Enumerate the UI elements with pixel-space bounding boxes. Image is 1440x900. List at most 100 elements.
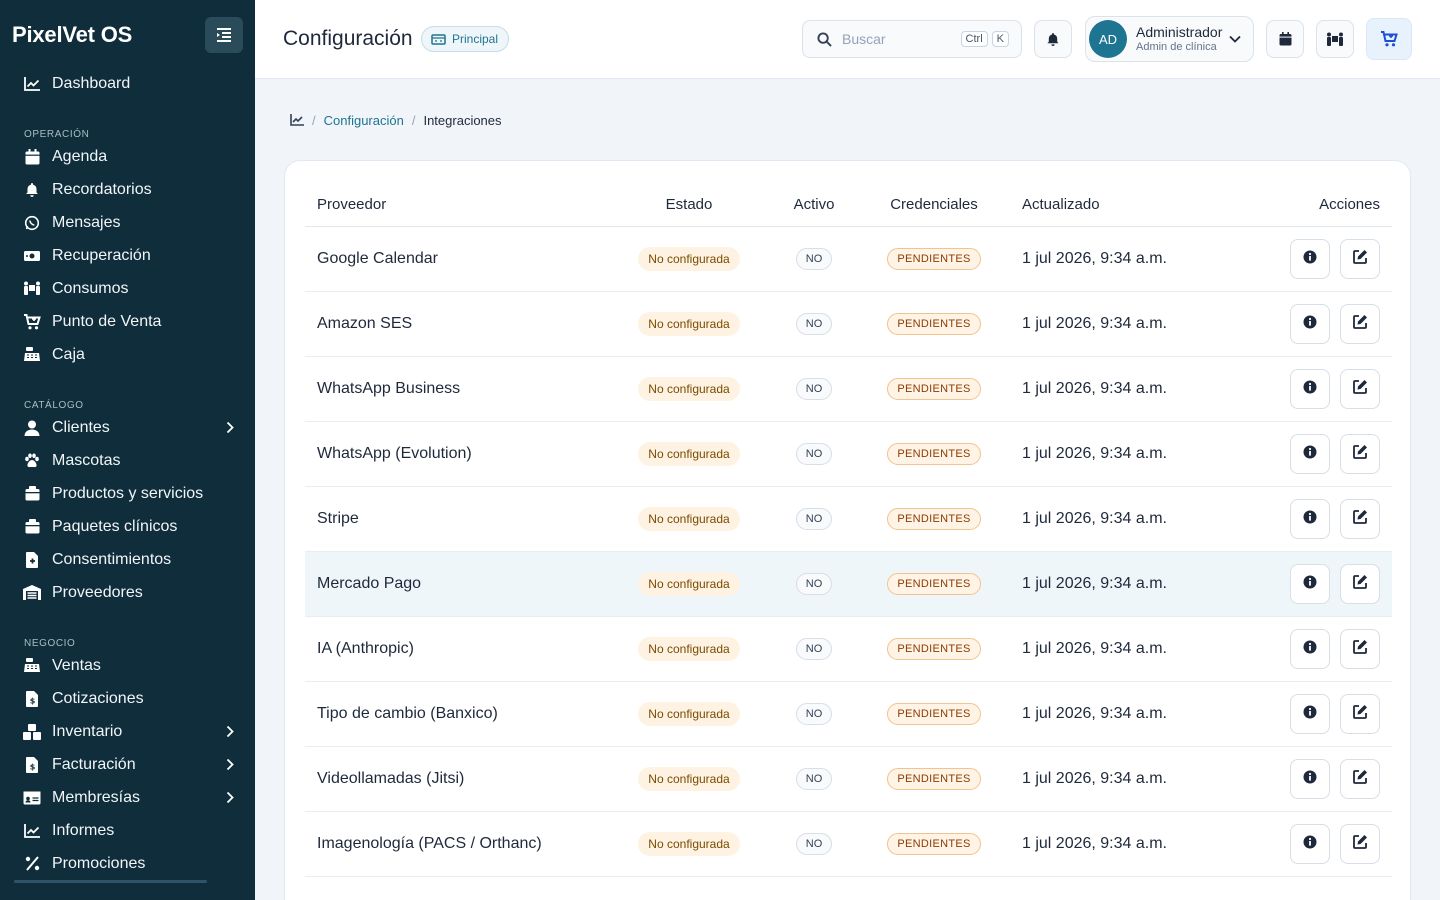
cell-proveedor: Tipo de cambio (Banxico) — [317, 705, 498, 722]
sidebar-section-catalogo: CATÁLOGO — [24, 400, 84, 411]
sidebar-collapse-button[interactable] — [205, 17, 243, 53]
breadcrumb-separator: / — [312, 112, 316, 128]
edit-button[interactable] — [1340, 629, 1380, 669]
info-button[interactable] — [1290, 629, 1330, 669]
active-badge: NO — [795, 508, 833, 530]
credentials-badge: PENDIENTES — [887, 313, 981, 335]
chevron-down-icon — [1229, 35, 1241, 43]
sidebar-item-label: Paquetes clínicos — [52, 517, 178, 535]
sidebar-item-facturacion[interactable]: $ Facturación — [0, 748, 255, 781]
info-button[interactable] — [1290, 369, 1330, 409]
info-button[interactable] — [1290, 239, 1330, 279]
active-badge: NO — [795, 378, 833, 400]
branch-badge[interactable]: Principal — [421, 26, 510, 52]
status-badge: No configurada — [638, 832, 740, 856]
sidebar-section-negocio: NEGOCIO — [24, 638, 76, 649]
sidebar-item-clientes[interactable]: Clientes — [0, 411, 255, 444]
cell-activo: NO — [763, 703, 865, 725]
sidebar-item-dashboard[interactable]: Dashboard — [0, 67, 255, 100]
cell-credenciales: PENDIENTES — [865, 833, 1003, 855]
cell-credenciales: PENDIENTES — [865, 638, 1003, 660]
chart-line-icon[interactable] — [290, 114, 304, 126]
cell-estado: No configurada — [615, 442, 763, 466]
sidebar-item-label: Caja — [52, 345, 85, 363]
sidebar-item-paquetes-clinicos[interactable]: Paquetes clínicos — [0, 510, 255, 543]
paw-icon — [23, 452, 41, 470]
sidebar-item-label: Dashboard — [52, 74, 131, 92]
sidebar-item-cotizaciones[interactable]: $ Cotizaciones — [0, 682, 255, 715]
info-button[interactable] — [1290, 564, 1330, 604]
sidebar-item-recuperacion[interactable]: Recuperación — [0, 239, 255, 272]
cell-credenciales: PENDIENTES — [865, 313, 1003, 335]
sidebar-item-informes[interactable]: Informes — [0, 814, 255, 847]
calendar-button[interactable] — [1266, 20, 1304, 58]
sidebar-item-mascotas[interactable]: Mascotas — [0, 444, 255, 477]
sidebar-scrollbar[interactable] — [14, 880, 207, 883]
edit-button[interactable] — [1340, 759, 1380, 799]
search-input[interactable]: Buscar Ctrl K — [802, 20, 1022, 58]
info-circle-icon — [1303, 510, 1317, 529]
cell-activo: NO — [763, 638, 865, 660]
credentials-badge: PENDIENTES — [887, 703, 981, 725]
consumos-button[interactable] — [1316, 20, 1354, 58]
svg-text:$: $ — [29, 762, 35, 771]
cell-credenciales: PENDIENTES — [865, 573, 1003, 595]
info-button[interactable] — [1290, 824, 1330, 864]
edit-button[interactable] — [1340, 239, 1380, 279]
info-button[interactable] — [1290, 759, 1330, 799]
cell-activo: NO — [763, 573, 865, 595]
cell-estado: No configurada — [615, 702, 763, 726]
info-button[interactable] — [1290, 694, 1330, 734]
edit-button[interactable] — [1340, 499, 1380, 539]
sidebar-item-mensajes[interactable]: Mensajes — [0, 206, 255, 239]
edit-icon — [1352, 444, 1368, 464]
sidebar-item-label: Recuperación — [52, 246, 151, 264]
bell-icon — [23, 181, 41, 199]
info-button[interactable] — [1290, 434, 1330, 474]
sidebar-item-caja[interactable]: Caja — [0, 338, 255, 371]
edit-button[interactable] — [1340, 304, 1380, 344]
chevron-right-icon — [223, 421, 237, 435]
breadcrumb-link-configuracion[interactable]: Configuración — [324, 113, 404, 128]
info-button[interactable] — [1290, 304, 1330, 344]
cell-estado: No configurada — [615, 767, 763, 791]
cell-proveedor: Videollamadas (Jitsi) — [317, 770, 465, 787]
sidebar-item-punto-de-venta[interactable]: Punto de Venta — [0, 305, 255, 338]
chevron-right-icon — [223, 758, 237, 772]
sidebar-item-consumos[interactable]: Consumos — [0, 272, 255, 305]
sidebar-item-promociones[interactable]: Promociones — [0, 847, 255, 880]
sidebar-item-consentimientos[interactable]: Consentimientos — [0, 543, 255, 576]
sidebar-item-agenda[interactable]: Agenda — [0, 140, 255, 173]
sidebar-item-proveedores[interactable]: Proveedores — [0, 576, 255, 609]
status-badge: No configurada — [638, 637, 740, 661]
cell-acciones — [1253, 759, 1392, 799]
sidebar-item-label: Mascotas — [52, 451, 121, 469]
table-row: Amazon SES No configurada NO PENDIENTES 1 ju… — [305, 292, 1392, 357]
user-menu[interactable]: AD Administrador Admin de clínica — [1085, 16, 1254, 62]
cell-acciones — [1253, 824, 1392, 864]
pos-cart-button[interactable] — [1366, 18, 1412, 60]
cell-proveedor: Amazon SES — [317, 315, 413, 332]
edit-icon — [1352, 379, 1368, 399]
notifications-button[interactable] — [1034, 20, 1072, 58]
sidebar-item-inventario[interactable]: Inventario — [0, 715, 255, 748]
shortcut-key-k: K — [991, 31, 1009, 47]
file-invoice-dollar-icon: $ — [23, 690, 41, 708]
info-button[interactable] — [1290, 499, 1330, 539]
sidebar-item-ventas[interactable]: Ventas — [0, 649, 255, 682]
integrations-card: Proveedor Estado Activo Credenciales Act… — [284, 160, 1411, 900]
chart-line-icon — [23, 75, 41, 93]
info-circle-icon — [1303, 575, 1317, 594]
edit-button[interactable] — [1340, 694, 1380, 734]
edit-button[interactable] — [1340, 434, 1380, 474]
edit-button[interactable] — [1340, 824, 1380, 864]
sidebar-item-membresias[interactable]: Membresías — [0, 781, 255, 814]
status-badge: No configurada — [638, 572, 740, 596]
credentials-badge: PENDIENTES — [887, 378, 981, 400]
sidebar-item-recordatorios[interactable]: Recordatorios — [0, 173, 255, 206]
sidebar-item-productos-y-servicios[interactable]: Productos y servicios — [0, 477, 255, 510]
edit-icon — [1352, 639, 1368, 659]
edit-button[interactable] — [1340, 564, 1380, 604]
cell-acciones — [1253, 434, 1392, 474]
edit-button[interactable] — [1340, 369, 1380, 409]
